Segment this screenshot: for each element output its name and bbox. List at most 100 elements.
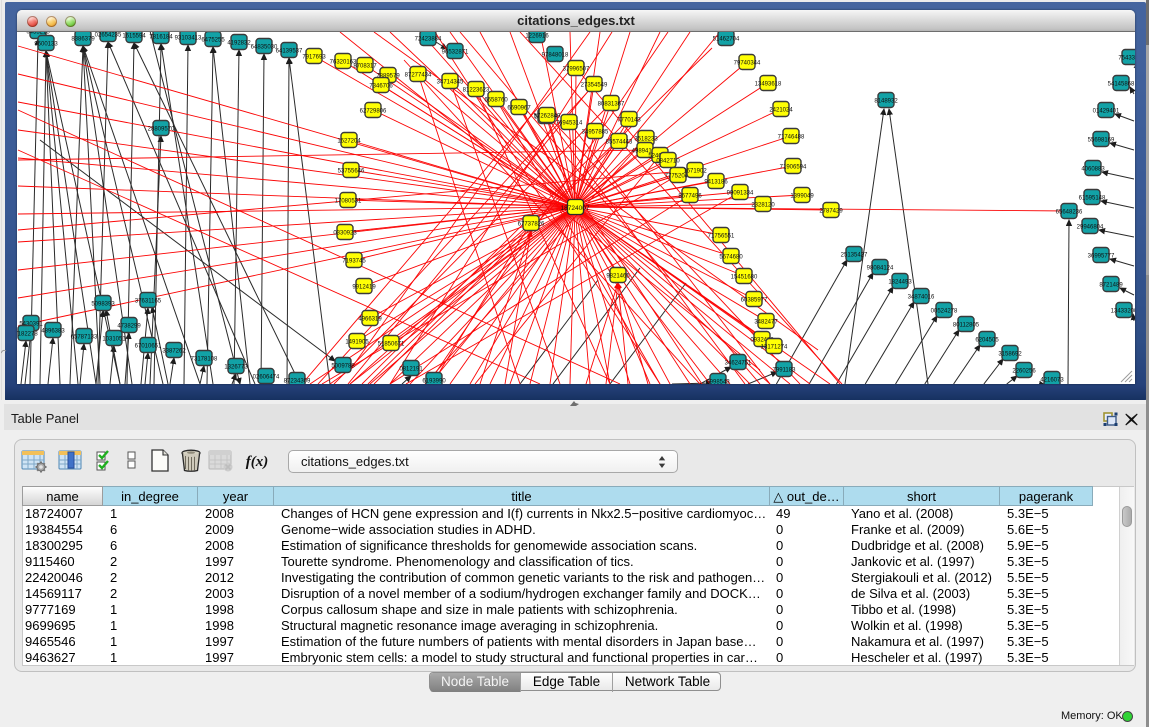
svg-text:7816184: 7816184 [149,35,173,41]
svg-text:4966319: 4966319 [358,317,382,323]
svg-text:81223623: 81223623 [463,88,490,94]
svg-text:01429401: 01429401 [1093,109,1120,115]
svg-text:29946804: 29946804 [1077,225,1104,231]
svg-text:28809570: 28809570 [148,127,175,133]
svg-text:9600133: 9600133 [34,42,58,48]
svg-text:25135427: 25135427 [841,253,868,259]
svg-text:71746488: 71746488 [778,135,805,141]
svg-text:97848018: 97848018 [542,53,569,59]
svg-text:7182278: 7182278 [17,332,38,338]
svg-text:2787429: 2787429 [819,209,843,215]
svg-text:9413186: 9413186 [704,180,728,186]
svg-text:18724007: 18724007 [561,205,590,212]
svg-text:15451680: 15451680 [731,275,758,281]
svg-text:5098393: 5098393 [91,302,115,308]
svg-text:8386379: 8386379 [71,37,95,43]
svg-text:7543303: 7543303 [1118,56,1135,62]
svg-text:6193990: 6193990 [422,379,446,385]
svg-text:34874016: 34874016 [908,295,935,301]
svg-text:72423884: 72423884 [415,37,442,43]
svg-text:60385977: 60385977 [741,298,768,304]
svg-text:67010651: 67010651 [135,344,162,350]
svg-text:71906594: 71906594 [780,165,807,171]
svg-text:71756551: 71756551 [708,234,735,240]
svg-text:53755646: 53755646 [338,169,365,175]
svg-text:96532871: 96532871 [442,50,469,56]
svg-text:34957885: 34957885 [582,130,609,136]
svg-text:79740344: 79740344 [734,61,761,67]
svg-text:7917693: 7917693 [302,55,326,61]
svg-text:67737826: 67737826 [518,222,545,228]
svg-text:4192832: 4192832 [227,41,251,47]
svg-text:1627204: 1627204 [337,139,361,145]
svg-text:9821465: 9821465 [606,274,630,280]
svg-text:8721489: 8721489 [1099,283,1123,289]
svg-text:87277434: 87277434 [405,73,432,79]
svg-text:4216073: 4216073 [1040,378,1064,384]
svg-text:1399049: 1399049 [790,194,814,200]
svg-text:73178108: 73178108 [191,357,218,363]
svg-text:5009788: 5009788 [331,364,355,370]
svg-text:34624751: 34624751 [725,361,752,367]
svg-text:1671902: 1671902 [683,169,707,175]
svg-text:8148932: 8148932 [874,99,898,105]
svg-text:3518233: 3518233 [634,137,658,143]
svg-text:85574443: 85574443 [606,140,633,146]
svg-text:2421024: 2421024 [769,108,793,114]
svg-text:4896383: 4896383 [41,329,65,335]
svg-text:64139537: 64139537 [276,49,303,55]
svg-text:37996507: 37996507 [563,67,590,73]
svg-text:62729806: 62729806 [360,109,387,115]
svg-text:6658760: 6658760 [484,98,508,104]
svg-text:1226916: 1226916 [525,34,549,40]
svg-text:36995777: 36995777 [1088,254,1115,260]
svg-text:00524278: 00524278 [931,309,958,315]
svg-text:4738299: 4738299 [117,324,141,330]
svg-text:f(x): f(x) [246,454,269,470]
svg-text:65648236: 65648236 [1056,210,1083,216]
svg-text:17080531: 17080531 [335,199,362,205]
svg-text:57262849: 57262849 [534,114,561,120]
svg-text:1491905: 1491905 [345,340,369,346]
svg-text:1326773: 1326773 [224,365,248,371]
svg-text:13493618: 13493618 [755,82,782,88]
svg-text:13171274: 13171274 [761,345,788,351]
svg-text:9912419: 9912419 [352,285,376,291]
svg-text:1824493: 1824493 [888,280,912,286]
svg-text:87234309: 87234309 [284,379,311,385]
svg-text:1031051: 1031051 [102,337,126,343]
svg-text:7770143: 7770143 [617,118,641,124]
svg-text:98084124: 98084124 [867,266,894,272]
svg-text:51850671: 51850671 [378,342,405,348]
svg-text:7991183: 7991183 [773,368,797,374]
svg-text:99091334: 99091334 [727,191,754,197]
svg-text:02606474: 02606474 [253,375,280,381]
svg-text:51462704: 51462704 [713,37,740,43]
svg-text:5674680: 5674680 [719,255,743,261]
svg-text:7193745: 7193745 [342,259,366,265]
svg-text:8708317: 8708317 [353,64,377,70]
svg-text:37631165: 37631165 [135,299,162,305]
svg-text:80112805: 80112805 [953,323,980,329]
svg-text:0330923: 0330923 [333,231,357,237]
svg-text:3482477: 3482477 [754,320,778,326]
svg-text:6204505: 6204505 [975,338,999,344]
svg-text:61595148: 61595148 [1079,196,1106,202]
svg-text:65787133: 65787133 [71,335,98,341]
svg-text:02654235: 02654235 [95,33,122,39]
svg-text:27354549: 27354549 [581,83,608,89]
svg-text:6998543: 6998543 [706,380,730,385]
svg-text:4060883: 4060883 [1081,167,1105,173]
svg-text:64835030: 64835030 [251,45,278,51]
svg-text:55698169: 55698169 [1088,138,1115,144]
svg-text:8677496: 8677496 [678,194,702,200]
svg-text:34714345: 34714345 [437,80,464,86]
svg-text:13433200: 13433200 [1111,309,1135,315]
svg-text:0842710: 0842710 [656,159,680,165]
svg-text:93103413: 93103413 [175,36,202,42]
svg-text:3387262: 3387262 [162,349,186,355]
svg-text:2328120: 2328120 [751,203,775,209]
svg-text:76945314: 76945314 [556,121,583,127]
svg-text:2260256: 2260256 [1012,369,1036,375]
svg-text:6690967: 6690967 [507,106,531,112]
